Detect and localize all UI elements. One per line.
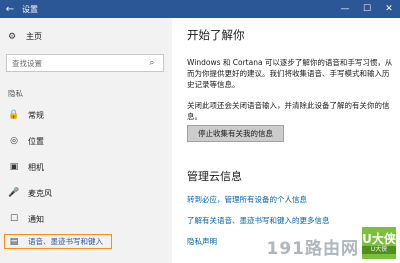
sidebar-nav: 🔒 常规 ◎ 位置 ▣ 相机 🎤 麦克风 ☐ 通知 ▤ 语音、墨迹书写和键入 [0,102,172,249]
window-title: 设置 [22,4,38,14]
bing-manage-link[interactable]: 转到必应，管理所有设备的个人信息 [187,194,307,205]
gear-icon: ⚙ [8,31,17,42]
camera-icon: ▣ [9,162,19,172]
lock-icon: 🔒 [8,110,20,120]
maximize-icon: ☐ [362,4,372,14]
microphone-icon: 🎤 [8,188,20,198]
description-text: Windows 和 Cortana 可以逐步了解你的语音和手写习惯，从而为你提供… [187,58,393,89]
watermark: 191路由网 U大侠 U大侠 [266,227,396,259]
privacy-statement-link[interactable]: 隐私声明 [187,236,217,247]
cloud-info-heading: 管理云信息 [187,170,242,183]
sidebar-item-label: 常规 [28,110,44,120]
turn-off-note: 关闭此项还会关闭语音输入，并清除此设备了解的有关你的信息。 [187,101,390,121]
watermark-logo-subtext: U大侠 [362,246,396,254]
sidebar-item-label: 相机 [28,162,44,172]
sidebar: ⚙ 主页 ⌕ 隐私 🔒 常规 ◎ 位置 ▣ 相机 🎤 麦克风 ☐ 通知 ▤ 语音… [0,18,172,263]
watermark-text: 191路由网 [266,239,359,259]
sidebar-item-general[interactable]: 🔒 常规 [0,102,172,128]
sidebar-item-location[interactable]: ◎ 位置 [0,128,172,154]
section-label-privacy: 隐私 [8,89,23,98]
learn-more-link[interactable]: 了解有关语音、墨迹书写和键入的更多信息 [187,215,330,226]
sidebar-item-label: 通知 [28,214,44,224]
sidebar-item-home[interactable]: ⚙ 主页 [8,31,42,42]
page-title: 开始了解你 [187,28,245,42]
sidebar-item-label: 位置 [28,136,44,146]
speech-icon: ▤ [9,236,19,247]
sidebar-item-camera[interactable]: ▣ 相机 [0,154,172,180]
sidebar-item-notifications[interactable]: ☐ 通知 [0,206,172,232]
minimize-button[interactable]: — [334,0,356,18]
sidebar-item-label: 主页 [26,32,42,41]
minimize-icon: — [340,4,350,14]
watermark-logo: U大侠 U大侠 [362,227,396,259]
sidebar-item-speech-inking-typing[interactable]: ▤ 语音、墨迹书写和键入 [4,234,112,249]
search-icon[interactable]: ⌕ [145,58,159,68]
watermark-logo-text: U大侠 [362,232,396,246]
search-input[interactable] [7,58,145,68]
sidebar-item-microphone[interactable]: 🎤 麦克风 [0,180,172,206]
maximize-button[interactable]: ☐ [356,0,378,18]
sidebar-item-label: 麦克风 [28,188,52,198]
stop-getting-to-know-me-button[interactable]: 停止收集有关我的信息 [187,125,284,142]
sidebar-item-label: 语音、墨迹书写和键入 [28,237,103,246]
location-icon: ◎ [10,136,18,146]
close-icon: ✕ [385,4,393,14]
notification-icon: ☐ [9,214,19,224]
window-controls: — ☐ ✕ [334,0,400,18]
close-button[interactable]: ✕ [378,0,400,18]
back-arrow-icon: ← [5,3,15,15]
search-box: ⌕ [6,54,164,72]
title-bar: ← 设置 — ☐ ✕ [0,0,400,18]
back-button[interactable]: ← [0,0,20,18]
